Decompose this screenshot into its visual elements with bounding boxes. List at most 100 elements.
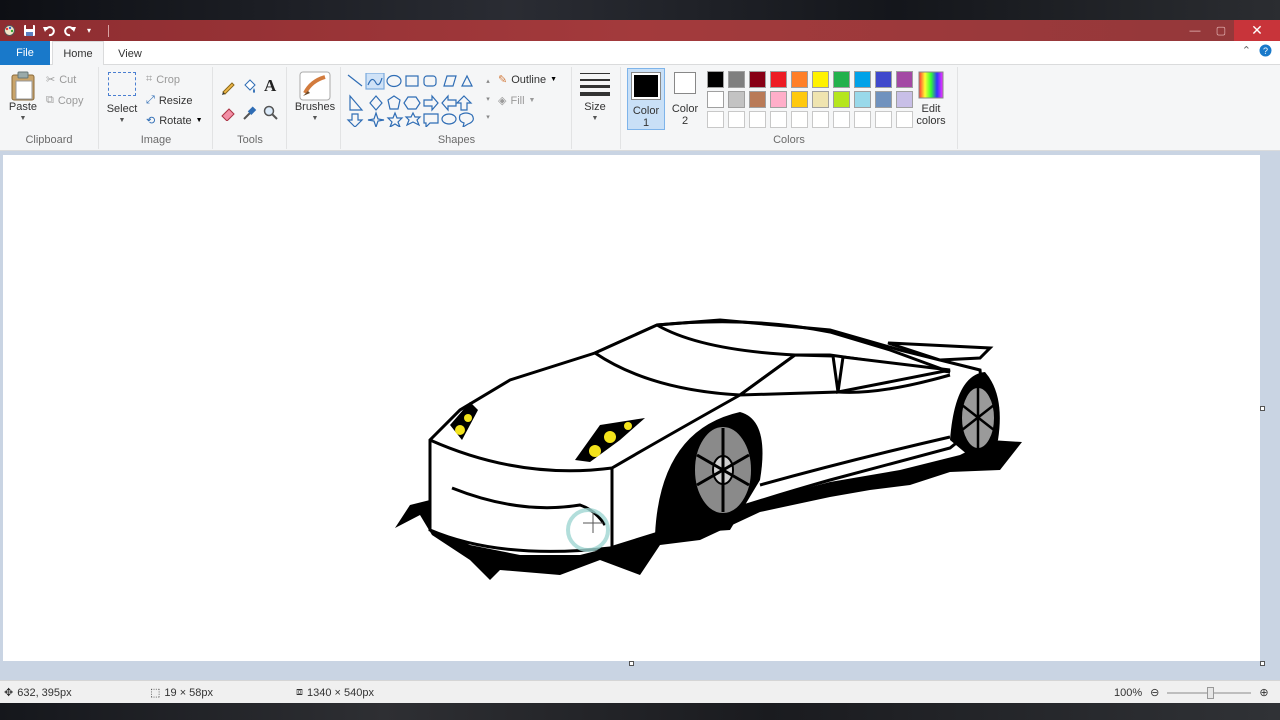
image-size: ⧈ 1340 × 540px xyxy=(296,686,374,699)
paint-window: ▾ — ▢ ✕ File Home View ⌃ ? Paste ▼ ✂ Cut… xyxy=(0,0,1280,720)
brushes-group: Brushes ▼ xyxy=(288,67,341,149)
tab-view[interactable]: View xyxy=(108,41,152,66)
shapes-scroll[interactable]: ▴ ▾ ▾ xyxy=(484,73,492,127)
custom-color-slot[interactable] xyxy=(854,111,871,128)
palette-swatch[interactable] xyxy=(707,91,724,108)
svg-text:?: ? xyxy=(1263,46,1268,56)
palette-swatch[interactable] xyxy=(770,71,787,88)
copy-icon: ⧉ xyxy=(46,94,54,106)
size-button[interactable]: Size ▼ xyxy=(576,71,614,125)
palette-swatch[interactable] xyxy=(812,71,829,88)
rotate-icon: ⟲ xyxy=(146,115,156,127)
paint-app-icon[interactable] xyxy=(2,24,16,38)
select-button[interactable]: Select ▼ xyxy=(104,72,140,127)
fill-dropdown[interactable]: ◈ Fill ▼ xyxy=(498,94,535,108)
paste-button[interactable]: Paste ▼ xyxy=(6,71,40,125)
palette-swatch[interactable] xyxy=(791,71,808,88)
cut-label: Cut xyxy=(59,73,77,86)
brushes-button[interactable]: Brushes ▼ xyxy=(293,71,337,125)
resize-handle-corner[interactable] xyxy=(1260,661,1265,666)
custom-color-slot[interactable] xyxy=(749,111,766,128)
collapse-ribbon-icon[interactable]: ⌃ xyxy=(1242,44,1251,60)
cut-button[interactable]: ✂ Cut xyxy=(46,73,77,87)
fill-label: Fill xyxy=(510,94,525,107)
palette-swatch[interactable] xyxy=(707,71,724,88)
customize-qat-icon[interactable]: ▾ xyxy=(82,24,96,38)
resize-button[interactable]: ⤢ Resize xyxy=(146,94,192,107)
help-icon[interactable]: ? xyxy=(1259,44,1272,60)
canvas-workspace[interactable] xyxy=(0,151,1280,680)
color-picker-icon[interactable] xyxy=(241,105,257,126)
pencil-icon[interactable] xyxy=(220,79,236,100)
ribbon-right-controls: ⌃ ? xyxy=(1242,44,1272,60)
close-button[interactable]: ✕ xyxy=(1234,20,1280,41)
palette-swatch[interactable] xyxy=(854,71,871,88)
custom-color-slot[interactable] xyxy=(812,111,829,128)
tab-file[interactable]: File xyxy=(0,41,50,65)
crop-label: Crop xyxy=(156,73,181,86)
palette-swatch[interactable] xyxy=(875,91,892,108)
zoom-in-icon[interactable]: ⊕ xyxy=(1259,686,1268,699)
image-size-text: 1340 × 540px xyxy=(307,686,374,699)
maximize-button[interactable]: ▢ xyxy=(1208,20,1234,41)
rotate-button[interactable]: ⟲ Rotate ▼ xyxy=(146,114,203,128)
palette-swatch[interactable] xyxy=(875,71,892,88)
brushes-label: Brushes xyxy=(294,101,336,113)
select-label: Select xyxy=(106,103,138,115)
custom-color-slot[interactable] xyxy=(833,111,850,128)
palette-swatch[interactable] xyxy=(812,91,829,108)
palette-swatch[interactable] xyxy=(833,71,850,88)
color2-swatch xyxy=(674,72,696,94)
palette-swatch[interactable] xyxy=(770,91,787,108)
magnifier-icon[interactable] xyxy=(263,105,279,126)
rotate-dropdown-icon[interactable]: ▼ xyxy=(196,117,203,124)
quick-access-toolbar: ▾ xyxy=(0,24,109,38)
copy-button[interactable]: ⧉ Copy xyxy=(46,94,84,107)
palette-swatch[interactable] xyxy=(854,91,871,108)
redo-icon[interactable] xyxy=(62,24,76,38)
color1-button[interactable]: Color 1 xyxy=(627,68,665,130)
color1-label-line2: 1 xyxy=(642,117,650,129)
custom-color-slot[interactable] xyxy=(791,111,808,128)
resize-handle-bottom[interactable] xyxy=(629,661,634,666)
outline-icon: ✎ xyxy=(498,74,508,86)
paste-dropdown-icon[interactable]: ▼ xyxy=(20,113,27,125)
custom-color-slot[interactable] xyxy=(707,111,724,128)
color1-label-line1: Color xyxy=(632,105,660,117)
palette-swatch[interactable] xyxy=(728,91,745,108)
size-dropdown-icon[interactable]: ▼ xyxy=(592,113,599,125)
undo-icon[interactable] xyxy=(42,24,56,38)
palette-swatch[interactable] xyxy=(833,91,850,108)
resize-handle-right[interactable] xyxy=(1260,406,1265,411)
select-dropdown-icon[interactable]: ▼ xyxy=(119,115,126,127)
text-tool-icon[interactable]: A xyxy=(264,76,276,96)
paste-label: Paste xyxy=(8,101,38,113)
color2-label-line2: 2 xyxy=(681,115,689,127)
brushes-dropdown-icon[interactable]: ▼ xyxy=(312,113,319,125)
save-icon[interactable] xyxy=(22,24,36,38)
drawing-canvas[interactable] xyxy=(3,155,1260,661)
edit-colors-button[interactable]: Edit colors xyxy=(911,71,951,127)
tab-home[interactable]: Home xyxy=(52,41,104,66)
eraser-icon[interactable] xyxy=(220,105,236,126)
outline-dropdown[interactable]: ✎ Outline ▼ xyxy=(498,73,557,87)
shapes-group-label: Shapes xyxy=(437,134,476,146)
custom-color-slot[interactable] xyxy=(728,111,745,128)
shapes-gallery[interactable] xyxy=(346,73,484,127)
minimize-button[interactable]: — xyxy=(1182,20,1208,41)
zoom-out-icon[interactable]: ⊖ xyxy=(1150,686,1159,699)
copy-label: Copy xyxy=(57,94,84,107)
color2-button[interactable]: Color 2 xyxy=(667,72,703,127)
zoom-slider[interactable] xyxy=(1167,686,1252,699)
zoom-slider-thumb[interactable] xyxy=(1207,686,1215,699)
custom-color-slot[interactable] xyxy=(770,111,787,128)
fill-bucket-icon[interactable] xyxy=(241,79,257,100)
crop-button[interactable]: ⌗ Crop xyxy=(146,73,180,86)
palette-swatch[interactable] xyxy=(791,91,808,108)
palette-swatch[interactable] xyxy=(749,91,766,108)
palette-swatch[interactable] xyxy=(749,71,766,88)
custom-color-slot[interactable] xyxy=(875,111,892,128)
colors-group: Color 1 Color 2 Edit colors Colors xyxy=(620,67,958,149)
palette-swatch[interactable] xyxy=(728,71,745,88)
resize-label: Resize xyxy=(158,94,193,107)
